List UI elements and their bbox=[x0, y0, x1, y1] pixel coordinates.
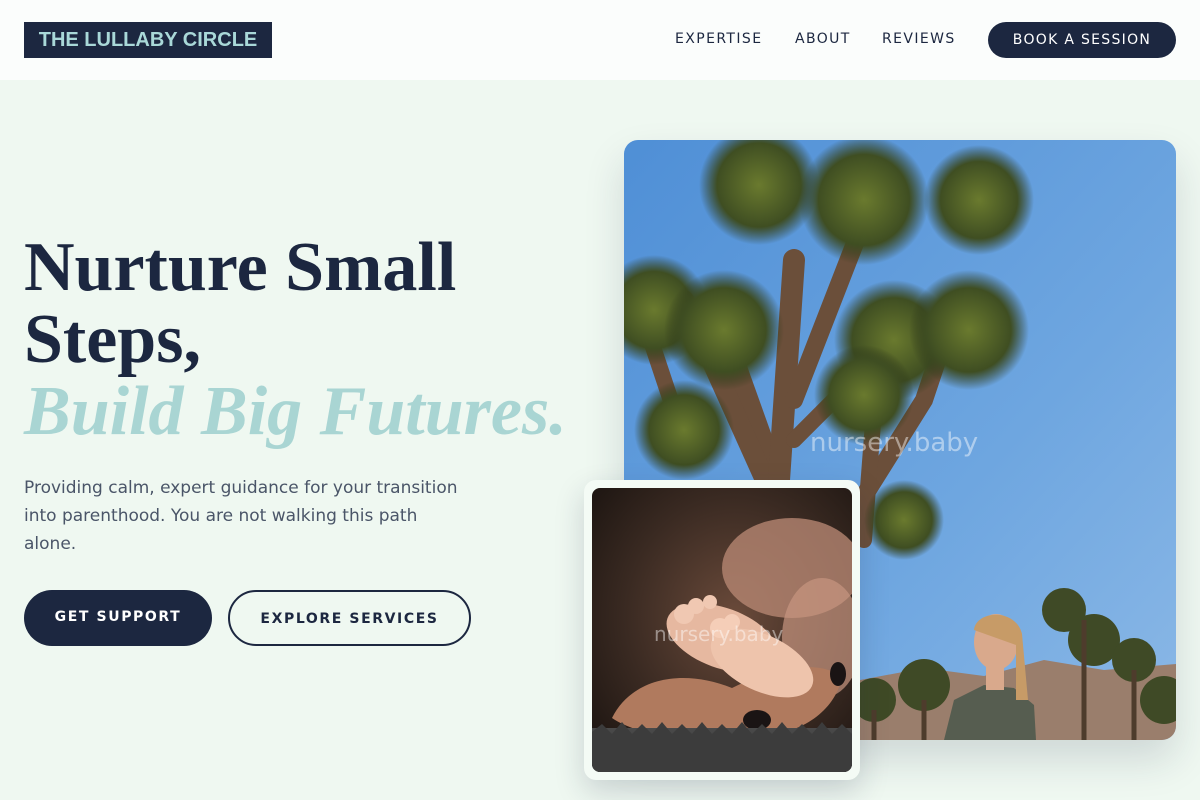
headline-line-2: Steps, bbox=[24, 301, 201, 378]
nav-link-about[interactable]: ABOUT bbox=[795, 31, 851, 47]
book-session-button[interactable]: BOOK A SESSION bbox=[988, 22, 1176, 58]
site-header: THE LULLABY CIRCLE EXPERTISE ABOUT REVIE… bbox=[0, 0, 1200, 80]
baby-feet-watermark: nursery.baby bbox=[654, 622, 784, 646]
explore-services-button[interactable]: EXPLORE SERVICES bbox=[228, 590, 471, 646]
baby-feet-photo: nursery.baby bbox=[592, 488, 852, 772]
brand-logo[interactable]: THE LULLABY CIRCLE bbox=[24, 22, 272, 58]
nav-link-reviews[interactable]: REVIEWS bbox=[882, 31, 956, 47]
headline-line-1: Nurture Small bbox=[24, 229, 457, 306]
desert-photo-watermark: nursery.baby bbox=[810, 428, 979, 458]
nav-link-expertise[interactable]: EXPERTISE bbox=[675, 31, 762, 47]
get-support-button[interactable]: GET SUPPORT bbox=[24, 590, 212, 646]
hero-headline: Nurture Small Steps, Build Big Futures. bbox=[24, 232, 584, 448]
headline-accent: Build Big Futures. bbox=[24, 373, 567, 450]
baby-feet-card: nursery.baby bbox=[584, 480, 860, 780]
hero-intro: Providing calm, expert guidance for your… bbox=[24, 478, 458, 554]
